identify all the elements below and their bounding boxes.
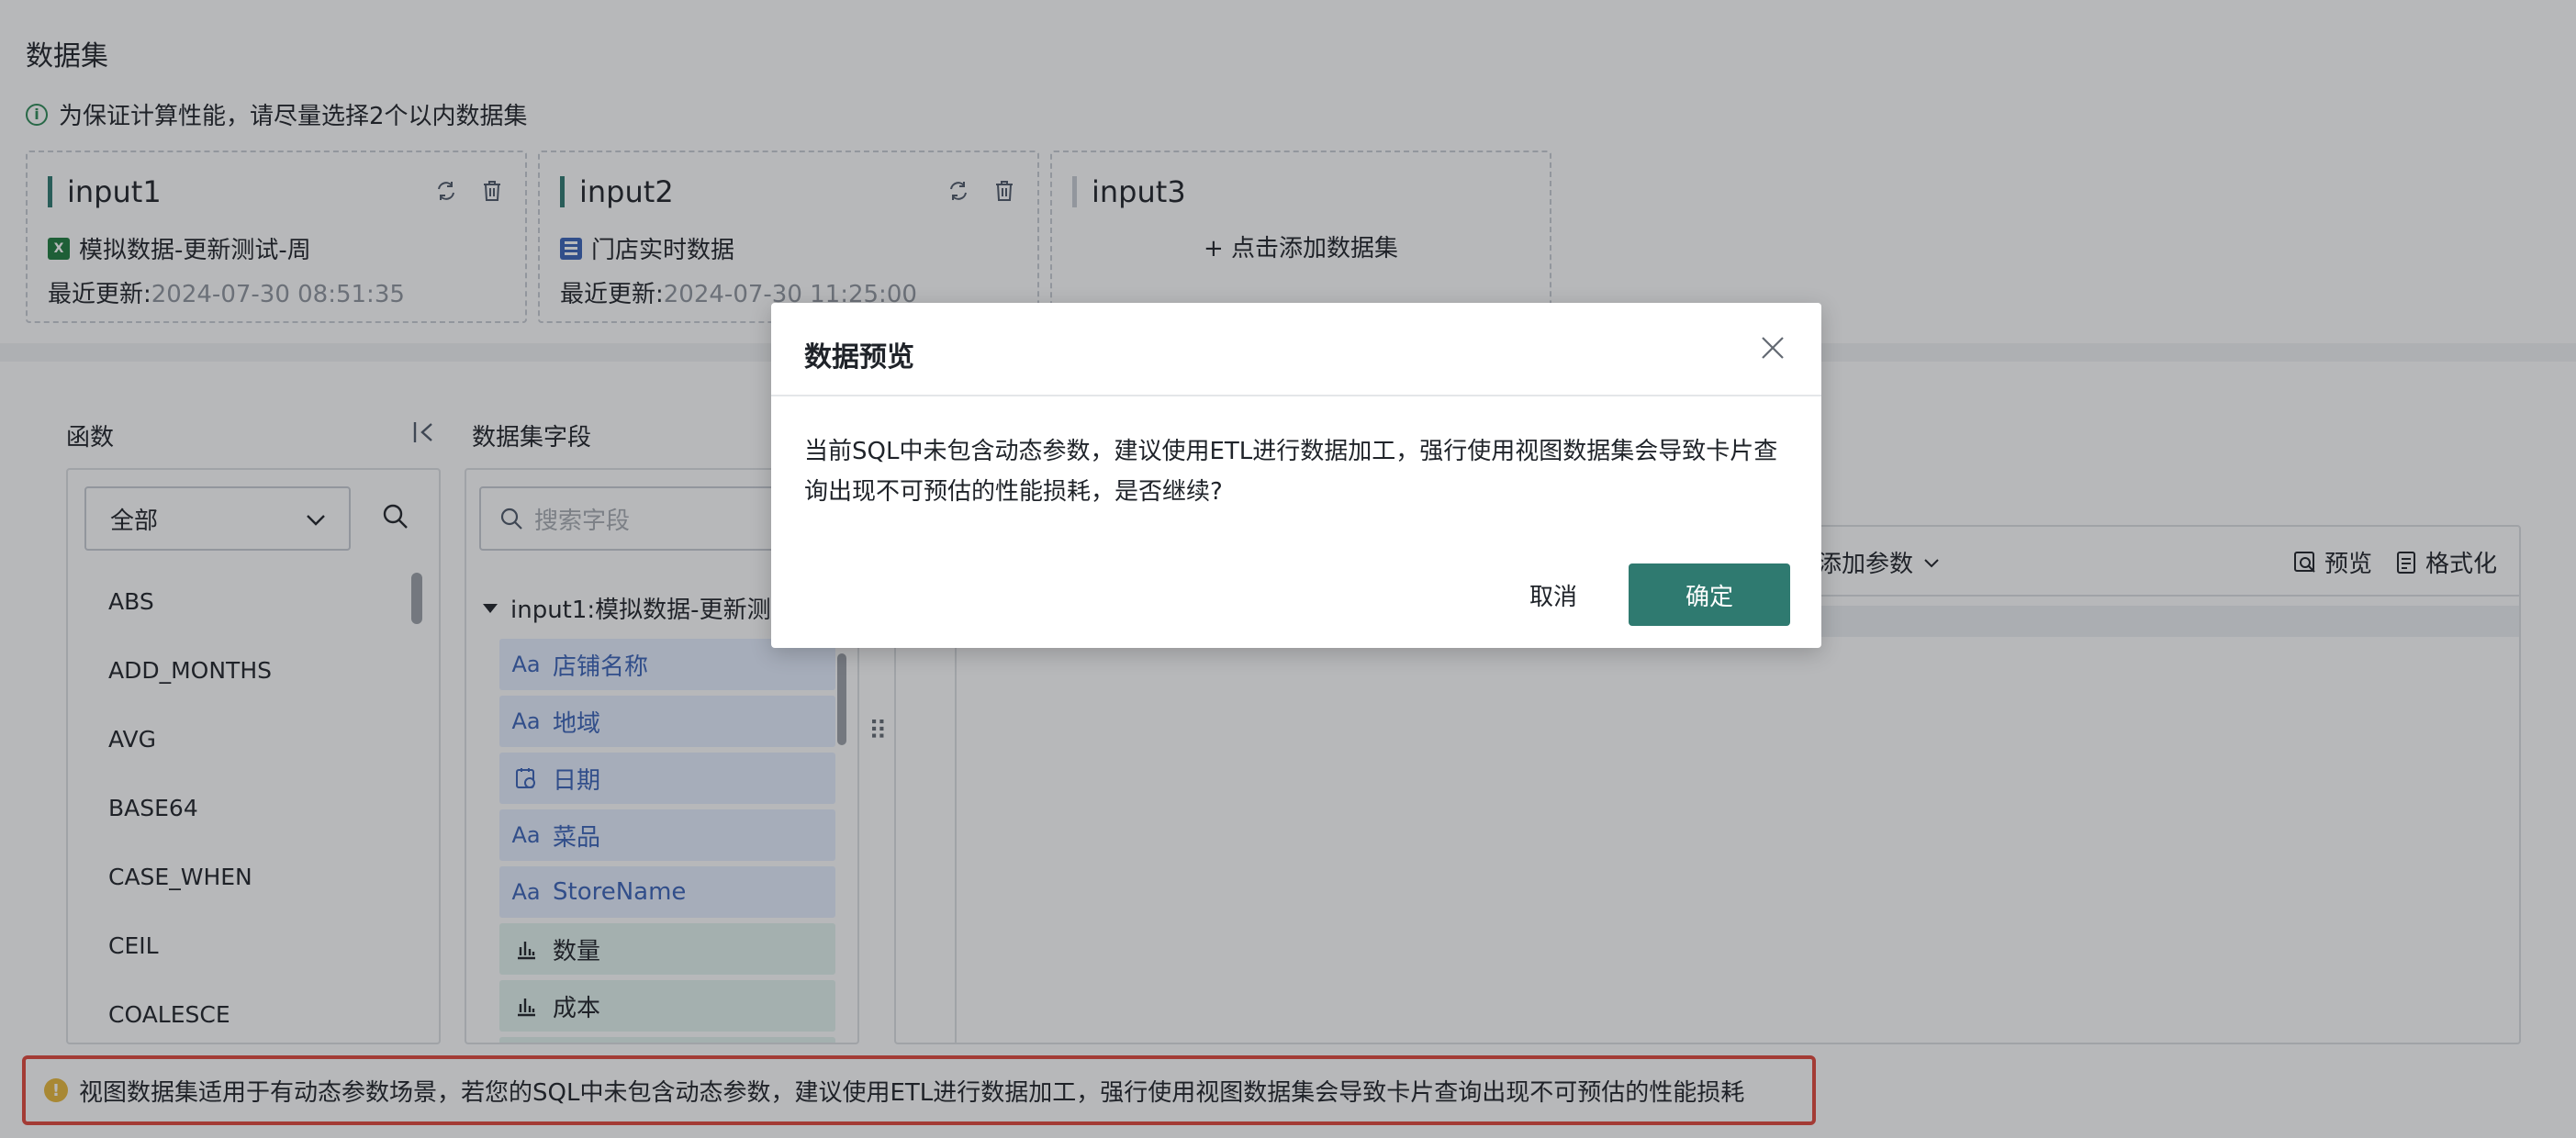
cancel-button[interactable]: 取消 bbox=[1491, 563, 1616, 626]
dialog-message: 当前SQL中未包含动态参数，建议使用ETL进行数据加工，强行使用视图数据集会导致… bbox=[804, 438, 1778, 506]
confirm-button[interactable]: 确定 bbox=[1629, 563, 1790, 626]
dialog-title: 数据预览 bbox=[804, 341, 914, 374]
data-preview-dialog: 数据预览 当前SQL中未包含动态参数，建议使用ETL进行数据加工，强行使用视图数… bbox=[771, 303, 1821, 648]
dialog-header: 数据预览 bbox=[771, 303, 1821, 396]
close-icon[interactable] bbox=[1759, 334, 1788, 363]
